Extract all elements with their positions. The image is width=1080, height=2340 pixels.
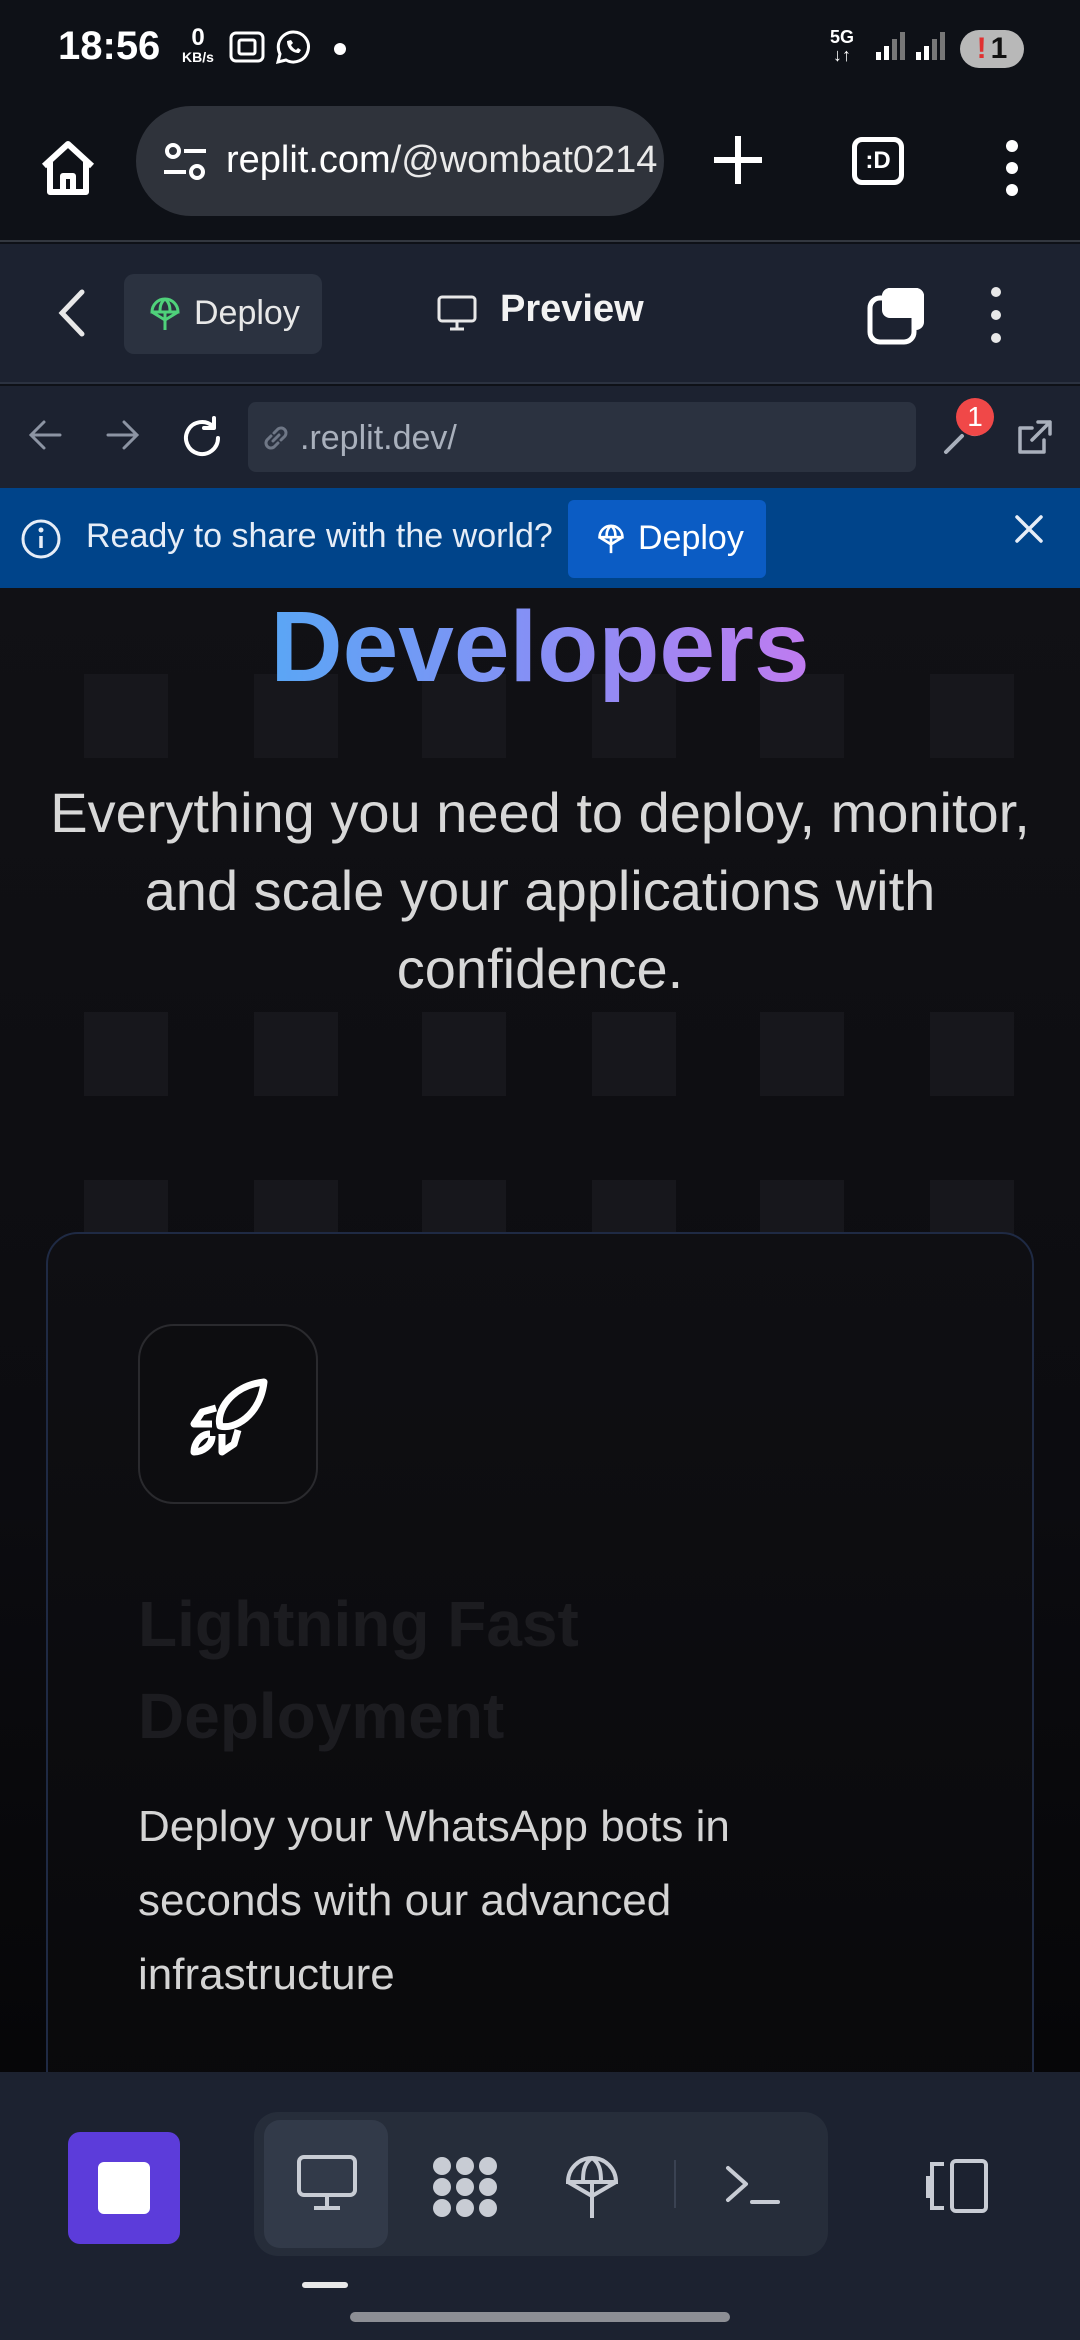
- battery-level: 1: [990, 32, 1008, 65]
- more-options-icon[interactable]: [986, 284, 1006, 346]
- browser-menu-icon[interactable]: [1000, 138, 1024, 198]
- tab-preview-label: Preview: [500, 288, 644, 330]
- network-speed-unit: KB/s: [182, 49, 214, 65]
- browser-toolbar: replit.com/@wombat0214 :D: [0, 100, 1080, 242]
- network-type-label: 5G: [830, 27, 855, 47]
- tool-preview[interactable]: [264, 2120, 388, 2248]
- layers-icon[interactable]: [866, 284, 928, 346]
- feature-card: Lightning Fast Deployment Deploy your Wh…: [46, 1232, 1034, 2072]
- tool-switcher: [254, 2112, 828, 2256]
- page-heading: Developers: [0, 588, 1080, 706]
- home-icon[interactable]: [36, 136, 100, 200]
- tool-workflows[interactable]: [398, 2120, 522, 2248]
- replit-header: Deploy Preview: [0, 244, 1080, 384]
- feature-title: Lightning Fast Deployment: [138, 1588, 579, 1752]
- notification-dot: [334, 43, 346, 55]
- monitor-icon: [437, 295, 477, 331]
- battery-icon: ! 1: [960, 30, 1024, 68]
- notification-badge: 1: [956, 398, 994, 436]
- tab-deploy-label: Deploy: [194, 294, 300, 332]
- status-bar: 18:56 0 KB/s 5G ↓↑ ! 1: [0, 0, 1080, 100]
- webview-content: Developers Everything you need to deploy…: [0, 588, 1080, 2072]
- status-time: 18:56: [58, 24, 161, 68]
- bg-tile: [254, 1012, 338, 1096]
- bg-tile: [84, 1012, 168, 1096]
- back-arrow-icon[interactable]: [26, 416, 64, 454]
- bottom-toolbar: [0, 2072, 1080, 2340]
- webview-address-row: .replit.dev/: [0, 386, 1080, 488]
- forward-arrow-icon[interactable]: [104, 416, 142, 454]
- tab-switcher-button[interactable]: :D: [852, 137, 904, 185]
- shell-icon: [726, 2166, 780, 2204]
- page-heading-text: Developers: [270, 591, 810, 703]
- signal-icon: [876, 32, 905, 60]
- deploy-icon: [150, 297, 180, 330]
- url-bar[interactable]: replit.com/@wombat0214: [136, 106, 664, 216]
- webview-url-text: .replit.dev/: [300, 419, 457, 457]
- banner-deploy-button[interactable]: Deploy: [568, 500, 766, 578]
- close-icon[interactable]: [1012, 512, 1046, 546]
- tool-divider: [674, 2160, 676, 2208]
- active-tool-indicator: [302, 2282, 348, 2288]
- workflows-icon: [433, 2157, 497, 2217]
- feature-icon-box: [138, 1324, 318, 1504]
- deploy-icon: [598, 524, 624, 554]
- bg-tile: [930, 1012, 1014, 1096]
- stop-button[interactable]: [68, 2132, 180, 2244]
- url-path: /@wombat0214: [390, 139, 658, 181]
- back-chevron-icon[interactable]: [56, 288, 88, 338]
- url-text: replit.com/@wombat0214: [226, 139, 657, 182]
- site-settings-icon[interactable]: [162, 142, 208, 182]
- banner-message: Ready to share with the world?: [86, 517, 553, 555]
- new-tab-icon[interactable]: [708, 130, 768, 190]
- info-icon: [21, 519, 61, 559]
- bg-tile: [422, 1012, 506, 1096]
- banner-deploy-label: Deploy: [638, 519, 744, 557]
- feature-description: Deploy your WhatsApp bots in seconds wit…: [138, 1802, 730, 1999]
- url-host: replit.com: [226, 139, 391, 181]
- screenshot-icon: [229, 31, 265, 63]
- network-speed-value: 0: [191, 24, 205, 51]
- webview-url-field[interactable]: .replit.dev/: [248, 402, 916, 472]
- bg-tile: [760, 1012, 844, 1096]
- gesture-home-indicator[interactable]: [350, 2312, 730, 2322]
- network-type: 5G ↓↑: [830, 27, 855, 65]
- whatsapp-icon: [275, 30, 310, 65]
- tool-shell[interactable]: [690, 2120, 814, 2248]
- bg-tile: [592, 1012, 676, 1096]
- preview-icon: [297, 2155, 357, 2210]
- rocket-icon: [190, 1378, 268, 1456]
- network-speed: 0 KB/s: [176, 24, 220, 65]
- tab-deploy[interactable]: Deploy: [124, 274, 322, 354]
- signal-icon-2: [916, 32, 945, 60]
- link-icon: [264, 426, 288, 450]
- reload-icon[interactable]: [180, 416, 224, 460]
- tool-deploy[interactable]: [532, 2120, 656, 2248]
- deploy-banner: Ready to share with the world? Deploy: [0, 488, 1080, 588]
- page-subtitle: Everything you need to deploy, monitor, …: [50, 781, 1030, 1000]
- split-view-icon[interactable]: [924, 2158, 990, 2214]
- stop-icon: [98, 2162, 150, 2214]
- open-external-icon[interactable]: [1014, 416, 1056, 458]
- deploy-icon: [565, 2155, 619, 2218]
